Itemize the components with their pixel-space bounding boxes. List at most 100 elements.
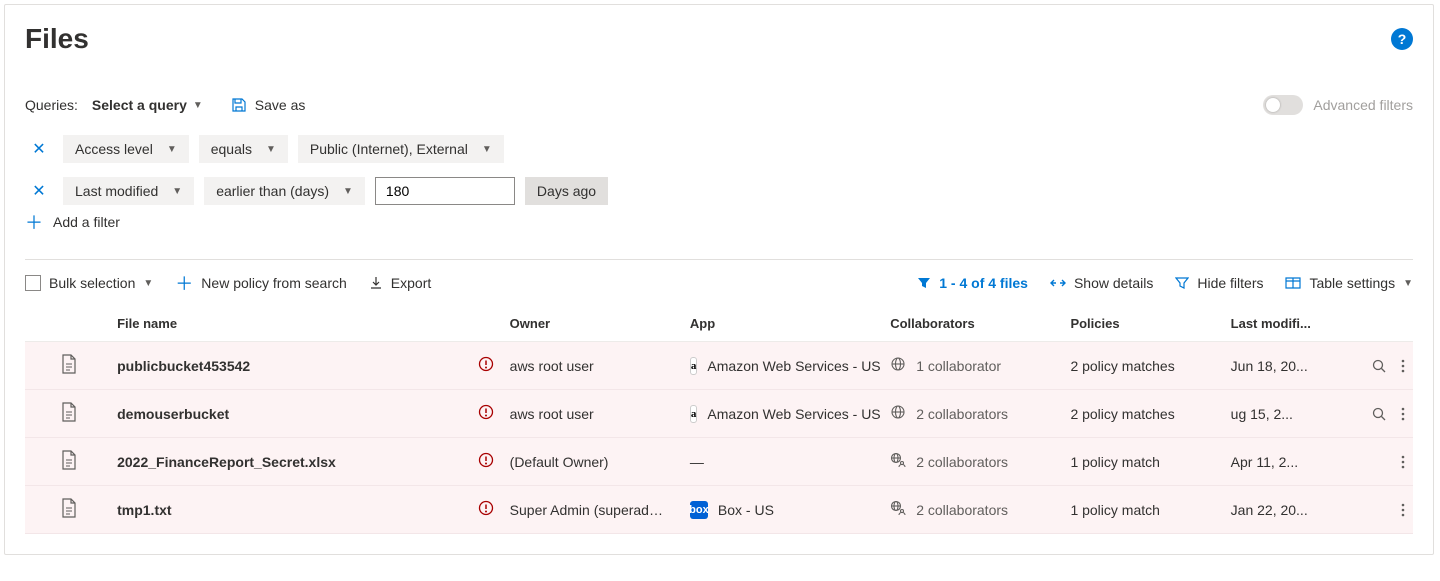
app-cell: boxBox - US — [690, 501, 874, 519]
download-icon — [369, 276, 383, 290]
file-name: 2022_FinanceReport_Secret.xlsx — [109, 438, 470, 486]
aws-icon: a — [690, 405, 698, 423]
advanced-filters-label: Advanced filters — [1313, 97, 1413, 113]
warning-icon — [478, 359, 494, 375]
file-name: tmp1.txt — [109, 486, 470, 534]
table-settings-label: Table settings — [1309, 275, 1395, 291]
chevron-down-icon: ▼ — [172, 186, 182, 197]
filter-field-label: Last modified — [75, 183, 158, 199]
query-selector-label: Select a query — [92, 97, 187, 113]
col-app[interactable]: App — [682, 306, 882, 342]
show-details-label: Show details — [1074, 275, 1153, 291]
files-table: File name Owner App Collaborators Polici… — [25, 306, 1413, 534]
filter-value-input[interactable] — [375, 177, 515, 205]
search-icon[interactable] — [1371, 358, 1387, 374]
aws-icon: a — [690, 357, 698, 375]
export-button[interactable]: Export — [369, 275, 431, 291]
table-row[interactable]: tmp1.txt Super Admin (superadmin@c... boxB… — [25, 486, 1413, 534]
more-icon[interactable] — [1401, 502, 1405, 518]
box-icon: box — [690, 501, 708, 519]
collaborators-label: 2 collaborators — [916, 502, 1008, 518]
search-icon[interactable] — [1371, 406, 1387, 422]
query-selector[interactable]: Select a query ▼ — [92, 97, 203, 113]
chevron-down-icon: ▼ — [193, 100, 203, 111]
advanced-filters-toggle[interactable] — [1263, 95, 1303, 115]
plus-icon: ＋ — [25, 209, 43, 235]
help-icon[interactable]: ? — [1391, 28, 1413, 50]
filter-field-label: Access level — [75, 141, 153, 157]
app-label: Amazon Web Services - US — [707, 406, 880, 422]
warning-icon — [478, 503, 494, 519]
bulk-selection-button[interactable]: Bulk selection ▼ — [25, 275, 153, 291]
col-collaborators[interactable]: Collaborators — [882, 306, 1062, 342]
app-label: Amazon Web Services - US — [707, 358, 880, 374]
col-owner[interactable]: Owner — [502, 306, 682, 342]
modified-cell: ug 15, 2... — [1223, 390, 1323, 438]
chevron-down-icon: ▼ — [266, 144, 276, 155]
queries-label: Queries: — [25, 97, 78, 113]
more-icon[interactable] — [1401, 454, 1405, 470]
show-details-button[interactable]: Show details — [1050, 275, 1153, 291]
add-filter-label: Add a filter — [53, 214, 120, 230]
checkbox-icon — [25, 275, 41, 291]
col-file-name[interactable]: File name — [109, 306, 470, 342]
col-policies[interactable]: Policies — [1062, 306, 1222, 342]
collaborators-cell: 1 collaborator — [890, 356, 1054, 375]
more-icon[interactable] — [1401, 358, 1405, 374]
save-as-label: Save as — [255, 97, 306, 113]
owner-cell: aws root user — [502, 390, 682, 438]
owner-cell: Super Admin (superadmin@c... — [502, 486, 682, 534]
chevron-down-icon: ▼ — [167, 144, 177, 155]
policies-cell: 2 policy matches — [1062, 342, 1222, 390]
more-icon[interactable] — [1401, 406, 1405, 422]
policies-cell: 1 policy match — [1062, 438, 1222, 486]
new-policy-button[interactable]: ＋ New policy from search — [175, 270, 347, 296]
chevron-down-icon: ▼ — [143, 278, 153, 289]
user-globe-icon — [890, 452, 906, 471]
col-last-modified[interactable]: Last modifi... — [1223, 306, 1323, 342]
result-count-label: 1 - 4 of 4 files — [939, 275, 1028, 291]
modified-cell: Apr 11, 2... — [1223, 438, 1323, 486]
save-as-button[interactable]: Save as — [231, 97, 306, 113]
filter-operator-label: earlier than (days) — [216, 183, 329, 199]
collaborators-label: 1 collaborator — [916, 358, 1001, 374]
export-label: Export — [391, 275, 431, 291]
expand-icon — [1050, 276, 1066, 290]
collaborators-label: 2 collaborators — [916, 454, 1008, 470]
collaborators-cell: 2 collaborators — [890, 404, 1054, 423]
hide-filters-button[interactable]: Hide filters — [1175, 275, 1263, 291]
filter-suffix: Days ago — [525, 177, 608, 205]
globe-icon — [890, 356, 906, 375]
filter-field-dropdown[interactable]: Access level ▼ — [63, 135, 189, 163]
table-row[interactable]: publicbucket453542aws root useraAmazon W… — [25, 342, 1413, 390]
table-icon — [1285, 276, 1301, 290]
add-filter-button[interactable]: ＋ Add a filter — [25, 209, 120, 235]
collaborators-label: 2 collaborators — [916, 406, 1008, 422]
save-icon — [231, 97, 247, 113]
filter-value-label: Public (Internet), External — [310, 141, 468, 157]
app-cell: aAmazon Web Services - US — [690, 405, 874, 423]
app-cell: aAmazon Web Services - US — [690, 357, 874, 375]
file-icon — [61, 498, 77, 518]
remove-filter-button[interactable]: ✕ — [25, 177, 53, 205]
filter-field-dropdown[interactable]: Last modified ▼ — [63, 177, 194, 205]
globe-icon — [890, 404, 906, 423]
filter-value-dropdown[interactable]: Public (Internet), External ▼ — [298, 135, 504, 163]
app-cell: — — [690, 454, 874, 470]
result-count: 1 - 4 of 4 files — [917, 275, 1028, 291]
divider — [25, 259, 1413, 260]
modified-cell: Jun 18, 20... — [1223, 342, 1323, 390]
remove-filter-button[interactable]: ✕ — [25, 135, 53, 163]
hide-filters-label: Hide filters — [1197, 275, 1263, 291]
filter-operator-dropdown[interactable]: equals▼ — [199, 135, 288, 163]
table-row[interactable]: 2022_FinanceReport_Secret.xlsx (Default O… — [25, 438, 1413, 486]
filter-operator-dropdown[interactable]: earlier than (days)▼ — [204, 177, 365, 205]
warning-icon — [478, 455, 494, 471]
filter-row: ✕Access level▼equals▼Public (Internet), … — [25, 135, 1413, 163]
bulk-selection-label: Bulk selection — [49, 275, 135, 291]
table-settings-button[interactable]: Table settings ▼ — [1285, 275, 1413, 291]
chevron-down-icon: ▼ — [482, 144, 492, 155]
owner-cell: (Default Owner) — [502, 438, 682, 486]
collaborators-cell: 2 collaborators — [890, 452, 1054, 471]
table-row[interactable]: demouserbucketaws root useraAmazon Web S… — [25, 390, 1413, 438]
